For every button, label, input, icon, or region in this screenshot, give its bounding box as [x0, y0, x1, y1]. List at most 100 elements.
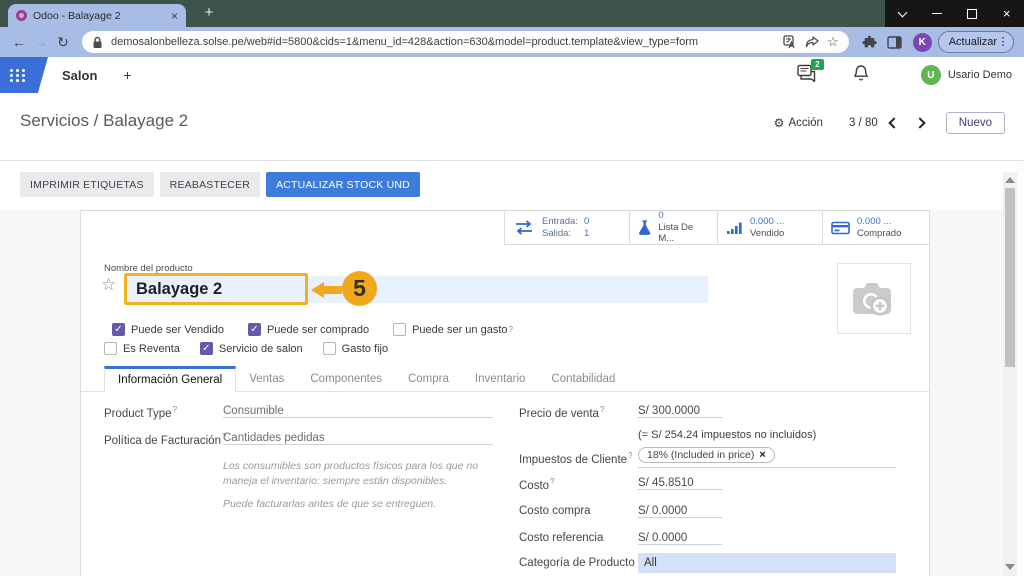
- checkbox-gasto-fijo[interactable]: Gasto fijo: [323, 342, 388, 355]
- user-name[interactable]: Usario Demo: [948, 69, 1012, 81]
- tab-contabilidad[interactable]: Contabilidad: [538, 366, 628, 391]
- action-button-row: IMPRIMIR ETIQUETAS REABASTECER ACTUALIZA…: [20, 172, 420, 197]
- tax-tag[interactable]: 18% (Included in price) ×: [638, 447, 775, 463]
- checkbox-puede-ser-comprado[interactable]: Puede ser comprado: [248, 323, 369, 336]
- replenish-button[interactable]: REABASTECER: [160, 172, 260, 197]
- chrome-tab-strip: Odoo - Balayage 2 × + ×: [0, 0, 1024, 27]
- favorite-star-icon[interactable]: ☆: [101, 275, 116, 295]
- reload-button[interactable]: ↻: [52, 34, 74, 51]
- help-icon: ?: [173, 405, 177, 414]
- pager-counter: 3 / 80: [849, 117, 878, 129]
- control-panel-actions: ⚙ Acción 3 / 80 Nuevo: [774, 112, 1005, 134]
- tutorial-arrow-shaft: [323, 286, 342, 294]
- purchase-cost-label: Costo compra: [519, 505, 591, 517]
- sales-price-value[interactable]: S/ 300.0000: [638, 405, 722, 418]
- product-category-field[interactable]: All: [638, 553, 896, 573]
- tax-tag-remove-icon[interactable]: ×: [759, 450, 765, 460]
- reference-cost-value[interactable]: S/ 0.0000: [638, 532, 722, 545]
- pager-next-button[interactable]: [910, 113, 930, 133]
- scrollbar-down-arrow[interactable]: [1005, 564, 1015, 570]
- tax-excluded-note: (= S/ 254.24 impuestos no incluidos): [638, 429, 816, 441]
- stat-bom-button[interactable]: 0 Lista De M...: [629, 211, 717, 244]
- forward-button[interactable]: →: [30, 34, 52, 50]
- checkbox-puede-ser-vendido[interactable]: Puede ser Vendido: [112, 323, 224, 336]
- side-panel-icon[interactable]: [887, 36, 902, 49]
- cost-value[interactable]: S/ 45.8510: [638, 477, 722, 490]
- checkbox-es-reventa[interactable]: Es Reventa: [104, 342, 180, 355]
- back-button[interactable]: ←: [8, 34, 30, 50]
- stat-sold-button[interactable]: 0.000 ... Vendido: [717, 211, 822, 244]
- odoo-navbar: Salon + 2 U Usario Demo: [0, 57, 1024, 93]
- tab-ventas[interactable]: Ventas: [236, 366, 297, 391]
- form-sheet: Entrada:0 Salida:1 0 Lista De M... 0.000…: [80, 210, 930, 576]
- invoicing-policy-value[interactable]: Cantidades pedidas: [223, 432, 493, 445]
- tab-title: Odoo - Balayage 2: [33, 10, 165, 22]
- scrollbar-thumb[interactable]: [1005, 188, 1015, 367]
- chrome-toolbar: ← → ↻ demosalonbelleza.solse.pe/web#id=5…: [0, 27, 1024, 57]
- tab-close-icon[interactable]: ×: [171, 10, 178, 22]
- checkbox-box: [200, 342, 213, 355]
- bell-icon: [853, 64, 869, 82]
- app-name[interactable]: Salon: [62, 68, 97, 83]
- new-record-button[interactable]: Nuevo: [946, 112, 1005, 134]
- cost-label: Costo?: [519, 477, 555, 492]
- print-labels-button[interactable]: IMPRIMIR ETIQUETAS: [20, 172, 154, 197]
- help-icon: ?: [550, 477, 554, 486]
- tutorial-highlight-box: [124, 273, 308, 305]
- tab-search-button[interactable]: [885, 0, 920, 27]
- close-button[interactable]: ×: [989, 0, 1024, 27]
- messages-button[interactable]: 2: [797, 64, 817, 87]
- user-avatar[interactable]: U: [921, 65, 941, 85]
- bar-chart-icon: [726, 221, 743, 235]
- pager-previous-button[interactable]: [884, 113, 904, 133]
- product-category-label: Categoría de Producto: [519, 557, 635, 569]
- notifications-button[interactable]: [853, 64, 869, 87]
- minimize-button[interactable]: [920, 0, 955, 27]
- stat-button-row: Entrada:0 Salida:1 0 Lista De M... 0.000…: [504, 211, 929, 245]
- translate-icon[interactable]: [783, 35, 797, 49]
- tab-componentes[interactable]: Componentes: [297, 366, 395, 391]
- tab-informacion-general[interactable]: Información General: [104, 366, 236, 392]
- tab-inventario[interactable]: Inventario: [462, 366, 539, 391]
- scrollbar-gutter: [1017, 161, 1024, 576]
- stat-moves-button[interactable]: Entrada:0 Salida:1: [504, 211, 629, 244]
- navbar-plus-button[interactable]: +: [123, 67, 131, 83]
- new-tab-button[interactable]: +: [198, 2, 220, 24]
- gear-icon: ⚙: [774, 116, 785, 130]
- checkbox-servicio-de-salon[interactable]: Servicio de salon: [200, 342, 303, 355]
- invoice-help-text: Puede facturarlas antes de que se entreg…: [223, 497, 485, 512]
- customer-taxes-label: Impuestos de Cliente?: [519, 451, 633, 466]
- update-stock-button[interactable]: ACTUALIZAR STOCK UND: [266, 172, 420, 197]
- product-image-placeholder[interactable]: [837, 263, 911, 334]
- panel-divider: [0, 160, 1024, 161]
- address-bar[interactable]: demosalonbelleza.solse.pe/web#id=5800&ci…: [82, 31, 849, 53]
- scrollbar-up-arrow[interactable]: [1005, 177, 1015, 183]
- breadcrumb[interactable]: Servicios / Balayage 2: [20, 111, 188, 131]
- apps-menu-button[interactable]: [0, 57, 48, 93]
- actualizar-button[interactable]: Actualizar ⋮: [938, 31, 1014, 53]
- actualizar-label: Actualizar: [949, 36, 997, 48]
- messages-badge: 2: [811, 59, 824, 70]
- purchase-cost-value[interactable]: S/ 0.0000: [638, 505, 722, 518]
- action-menu-button[interactable]: Acción: [788, 117, 823, 129]
- consumable-help-text: Los consumibles son productos físicos pa…: [223, 459, 485, 489]
- sales-price-label: Precio de venta?: [519, 405, 604, 420]
- product-type-value[interactable]: Consumible: [223, 405, 493, 418]
- lock-icon: [92, 36, 103, 49]
- browser-menu-icon[interactable]: ⋮: [997, 39, 1009, 45]
- stat-purchased-button[interactable]: 0.000 ... Comprado: [822, 211, 929, 244]
- profile-avatar[interactable]: K: [913, 33, 932, 52]
- customer-taxes-field[interactable]: 18% (Included in price) ×: [638, 447, 896, 468]
- camera-add-icon: [850, 278, 898, 320]
- checkbox-row-1: Puede ser Vendido Puede ser comprado Pue…: [104, 323, 513, 336]
- bookmark-star-icon[interactable]: ☆: [827, 34, 839, 50]
- restore-button[interactable]: [955, 0, 990, 27]
- checkbox-box: [248, 323, 261, 336]
- checkbox-row-2: Es Reventa Servicio de salon Gasto fijo: [104, 342, 388, 355]
- share-icon[interactable]: [805, 36, 819, 49]
- browser-tab[interactable]: Odoo - Balayage 2 ×: [8, 4, 186, 27]
- extensions-puzzle-icon[interactable]: [862, 35, 877, 50]
- tab-compra[interactable]: Compra: [395, 366, 462, 391]
- checkbox-puede-ser-un-gasto[interactable]: Puede ser un gasto ?: [393, 323, 513, 336]
- content-area: Entrada:0 Salida:1 0 Lista De M... 0.000…: [0, 210, 1024, 576]
